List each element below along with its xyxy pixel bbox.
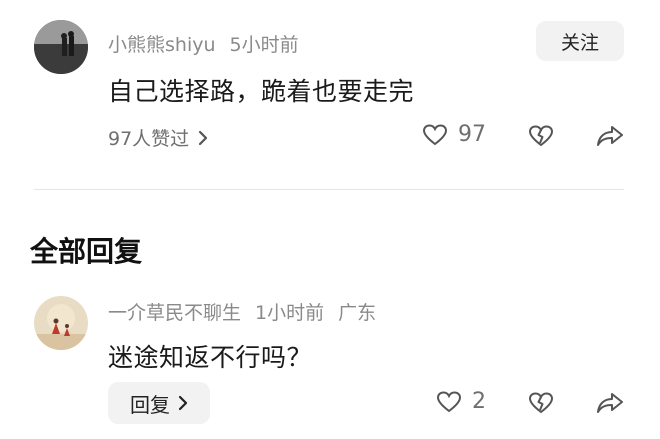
divider — [34, 189, 624, 190]
chevron-right-icon — [178, 395, 188, 411]
comment-author[interactable]: 小熊熊shiyu — [108, 34, 216, 56]
comment-time: 5小时前 — [229, 34, 299, 56]
broken-heart-icon[interactable] — [528, 391, 554, 415]
share-arrow-icon[interactable] — [596, 391, 624, 415]
reply-button[interactable]: 回复 — [108, 382, 210, 424]
follow-button[interactable]: 关注 — [536, 21, 624, 61]
reply-avatar[interactable] — [34, 296, 88, 350]
reply-button-label: 回复 — [130, 392, 170, 417]
reply-location: 广东 — [338, 302, 377, 324]
likes-summary-label: 97人赞过 — [108, 128, 190, 150]
heart-outline-icon — [436, 390, 462, 414]
comment-meta: 小熊熊shiyu 5小时前 — [108, 30, 313, 57]
likes-summary[interactable]: 97人赞过 — [108, 124, 209, 151]
comment-like-count: 97 — [458, 122, 486, 147]
follow-button-label: 关注 — [560, 31, 599, 54]
share-arrow-icon[interactable] — [596, 124, 624, 148]
reply-time: 1小时前 — [255, 302, 325, 324]
section-title: 全部回复 — [30, 235, 143, 268]
comment-like[interactable]: 97 — [422, 122, 486, 147]
heart-outline-icon — [422, 123, 448, 147]
reply-author[interactable]: 一介草民不聊生 — [108, 302, 241, 324]
reply-like-count: 2 — [472, 389, 486, 414]
comment-avatar[interactable] — [34, 20, 88, 74]
reply-like[interactable]: 2 — [436, 389, 486, 414]
broken-heart-icon[interactable] — [528, 124, 554, 148]
reply-meta: 一介草民不聊生 1小时前 广东 — [108, 298, 390, 325]
chevron-right-icon — [197, 129, 209, 147]
comment-text: 自己选择路，跪着也要走完 — [108, 77, 415, 106]
reply-text: 迷途知返不行吗？ — [108, 343, 313, 372]
